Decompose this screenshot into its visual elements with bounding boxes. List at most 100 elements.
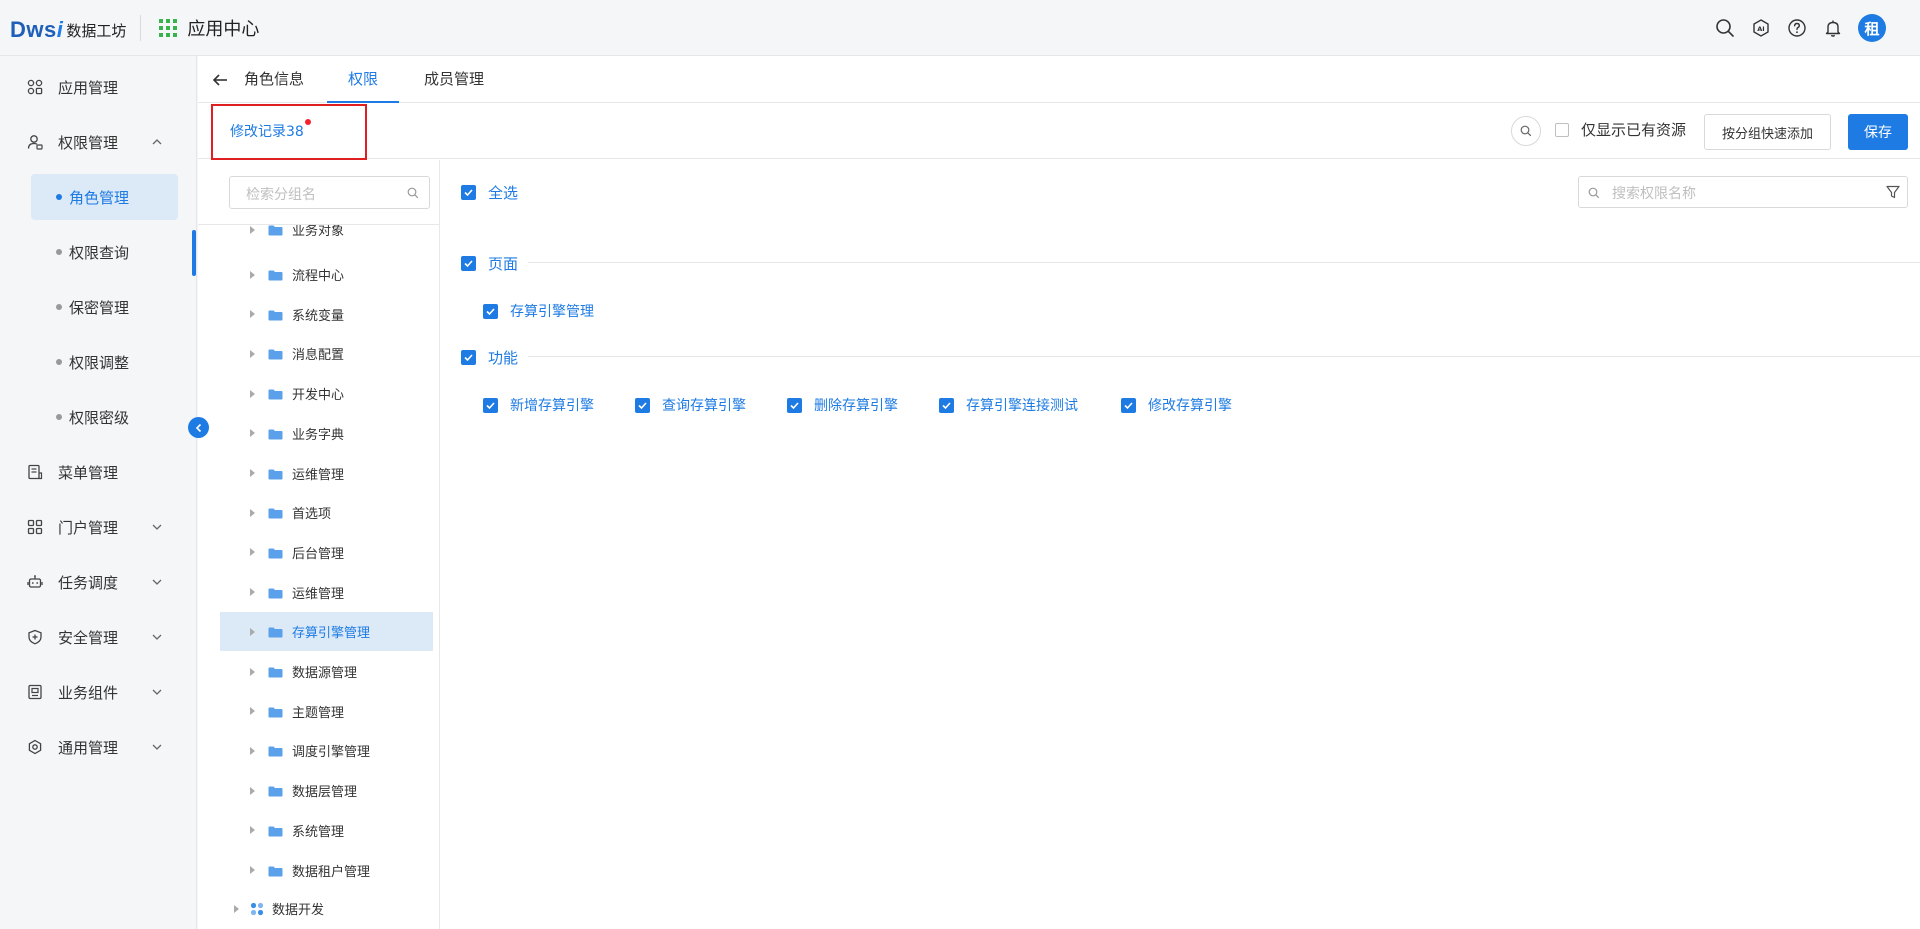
permission-search-input[interactable]: 搜索权限名称	[1578, 176, 1908, 208]
logo[interactable]: Dwsi 数据工坊	[10, 13, 126, 43]
sidebar-item-menu-management[interactable]: 菜单管理	[0, 449, 190, 495]
caret-right-icon[interactable]	[250, 469, 255, 477]
sidebar-item-general-management[interactable]: 通用管理	[0, 724, 190, 770]
collapse-sidebar-button[interactable]	[188, 417, 209, 438]
folder-icon	[268, 666, 283, 678]
user-lock-icon	[26, 133, 44, 151]
caret-right-icon[interactable]	[250, 746, 255, 755]
bell-icon[interactable]	[1822, 17, 1844, 39]
tree-item[interactable]: 数据租户管理	[220, 851, 433, 890]
checkbox-checked[interactable]	[1121, 397, 1136, 413]
tree-item[interactable]: 运维管理	[220, 454, 433, 493]
checkbox-checked[interactable]	[461, 255, 476, 271]
caret-right-icon[interactable]	[250, 429, 255, 438]
quick-add-by-group-button[interactable]: 按分组快速添加	[1704, 114, 1831, 150]
app-grid-icon[interactable]	[159, 18, 178, 37]
tree-item[interactable]: 系统变量	[220, 295, 433, 334]
checkbox-checked[interactable]	[939, 397, 954, 413]
search-toggle-button[interactable]	[1511, 116, 1541, 146]
tree-item[interactable]: 数据源管理	[220, 652, 433, 691]
caret-right-icon[interactable]	[250, 707, 255, 716]
search-icon[interactable]	[1714, 17, 1736, 39]
checkbox-checked[interactable]	[635, 397, 650, 413]
sidebar-item-security-management[interactable]: 安全管理	[0, 614, 190, 660]
save-button[interactable]: 保存	[1848, 114, 1908, 150]
change-record-link[interactable]: 修改记录38	[230, 121, 304, 141]
section-page-checkbox[interactable]: 页面	[461, 248, 518, 278]
tree-item[interactable]: 调度引擎管理	[220, 731, 433, 770]
chevron-down-icon[interactable]	[150, 575, 164, 589]
tree-item[interactable]: 系统管理	[220, 811, 433, 850]
tab-bar: 角色信息 权限 成员管理	[198, 56, 1920, 103]
caret-right-icon[interactable]	[250, 548, 255, 557]
component-icon	[26, 683, 44, 701]
tree-item-label: 存算引擎管理	[292, 626, 371, 642]
tree-item[interactable]: 业务对象	[220, 225, 433, 249]
tab-role-info[interactable]: 角色信息	[238, 56, 310, 103]
caret-right-icon[interactable]	[250, 826, 255, 835]
select-all-checkbox[interactable]: 全选	[461, 177, 518, 207]
chevron-down-icon[interactable]	[150, 520, 164, 534]
checkbox-checked[interactable]	[461, 184, 476, 200]
caret-right-icon[interactable]	[234, 904, 239, 913]
checkbox-checked[interactable]	[787, 397, 802, 413]
tab-member-management[interactable]: 成员管理	[416, 56, 492, 103]
tree-item[interactable]: 消息配置	[220, 334, 433, 373]
sidebar-subitem-permission-level[interactable]: 权限密级	[31, 394, 178, 440]
chevron-down-icon[interactable]	[150, 685, 164, 699]
tree-item[interactable]: 运维管理	[220, 573, 433, 612]
checkbox-unchecked[interactable]	[1555, 122, 1569, 137]
permission-item-label: 存算引擎管理	[510, 304, 594, 320]
permission-item[interactable]: 修改存算引擎	[1121, 390, 1232, 420]
tree-item[interactable]: 主题管理	[220, 692, 433, 731]
permission-item[interactable]: 查询存算引擎	[635, 390, 746, 420]
sidebar-item-permission-management[interactable]: 权限管理	[0, 119, 190, 165]
ai-assistant-icon[interactable]: AI	[1750, 17, 1772, 39]
tree-root-data-development[interactable]: 数据开发	[200, 889, 413, 928]
group-search-input[interactable]: 检索分组名	[229, 176, 430, 209]
sidebar-item-task-scheduling[interactable]: 任务调度	[0, 559, 190, 605]
chevron-down-icon[interactable]	[150, 630, 164, 644]
caret-right-icon[interactable]	[250, 389, 255, 398]
caret-right-icon[interactable]	[250, 786, 255, 795]
help-icon[interactable]	[1786, 17, 1808, 39]
permission-item[interactable]: 新增存算引擎	[483, 390, 594, 420]
checkbox-checked[interactable]	[483, 303, 498, 319]
caret-right-icon[interactable]	[250, 310, 255, 319]
permission-item[interactable]: 存算引擎管理	[483, 296, 594, 326]
chevron-up-icon[interactable]	[150, 135, 164, 149]
permission-item[interactable]: 存算引擎连接测试	[939, 390, 1078, 420]
only-show-own-checkbox[interactable]: 仅显示已有资源	[1555, 119, 1686, 140]
sidebar-item-app-management[interactable]: 应用管理	[0, 64, 190, 110]
caret-right-icon[interactable]	[250, 866, 255, 874]
permission-item[interactable]: 删除存算引擎	[787, 390, 898, 420]
sidebar-item-portal-management[interactable]: 门户管理	[0, 504, 190, 550]
tree-item[interactable]: 开发中心	[220, 374, 433, 413]
checkbox-checked[interactable]	[461, 349, 476, 365]
tree-item[interactable]: 首选项	[220, 493, 433, 532]
tree-item[interactable]: 业务字典	[220, 414, 433, 453]
chevron-down-icon[interactable]	[150, 740, 164, 754]
tree-item[interactable]: 数据层管理	[220, 771, 433, 810]
tree-item[interactable]: 存算引擎管理	[220, 612, 433, 652]
sidebar-item-business-components[interactable]: 业务组件	[0, 669, 190, 715]
sidebar-subitem-permission-adjust[interactable]: 权限调整	[31, 339, 178, 385]
caret-right-icon[interactable]	[250, 508, 255, 517]
caret-right-icon[interactable]	[250, 270, 255, 279]
section-function-checkbox[interactable]: 功能	[461, 342, 518, 372]
caret-right-icon[interactable]	[250, 627, 255, 636]
caret-right-icon[interactable]	[250, 225, 255, 234]
sidebar-subitem-role-management[interactable]: 角色管理	[31, 174, 178, 220]
filter-icon[interactable]	[1885, 184, 1901, 204]
tree-item[interactable]: 后台管理	[220, 533, 433, 572]
tree-item[interactable]: 流程中心	[220, 255, 433, 294]
back-arrow-icon[interactable]	[208, 68, 232, 92]
caret-right-icon[interactable]	[250, 588, 255, 597]
avatar[interactable]: 租	[1858, 14, 1886, 42]
tab-permissions[interactable]: 权限	[327, 56, 399, 103]
sidebar-subitem-permission-query[interactable]: 权限查询	[31, 229, 178, 275]
caret-right-icon[interactable]	[250, 349, 255, 358]
caret-right-icon[interactable]	[250, 667, 255, 676]
sidebar-subitem-secret-management[interactable]: 保密管理	[31, 284, 178, 330]
checkbox-checked[interactable]	[483, 397, 498, 413]
